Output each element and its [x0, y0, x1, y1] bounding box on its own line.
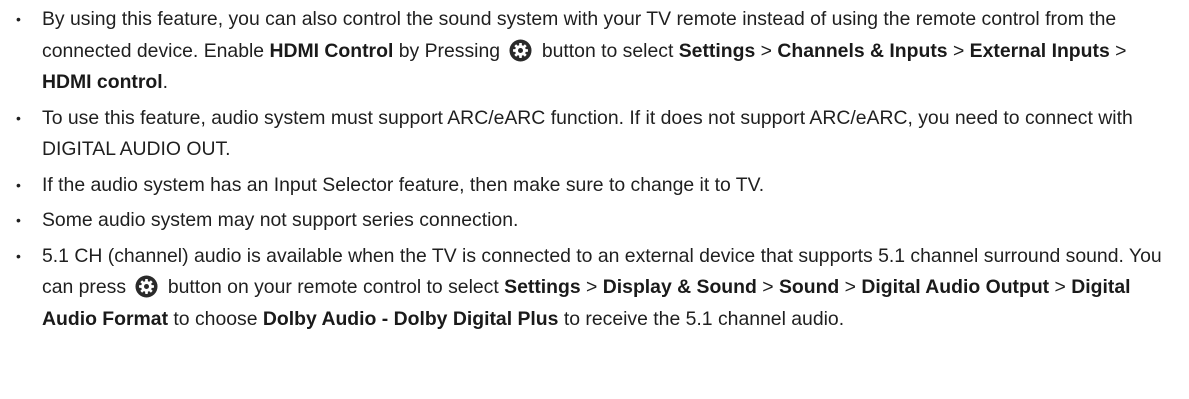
bold-text: HDMI control	[42, 71, 163, 93]
separator: >	[580, 276, 603, 298]
bold-text: Channels & Inputs	[777, 39, 948, 62]
bold-text: Digital Audio Output	[861, 276, 1050, 298]
separator: >	[1109, 39, 1127, 62]
notes-list: • By using this feature, you can also con…	[0, 4, 1189, 335]
separator: >	[839, 276, 862, 298]
list-item-series-connection: • Some audio system may not support serie…	[0, 205, 1189, 237]
list-item-arc-earc: • To use this feature, audio system must …	[0, 103, 1189, 166]
bullet: •	[16, 11, 21, 27]
text: to receive the 5.1 channel audio.	[558, 307, 845, 330]
bold-text: Dolby Audio - Dolby Digital Plus	[262, 307, 559, 330]
gear-icon	[135, 275, 158, 298]
bold-text: External Inputs	[969, 39, 1110, 62]
text: to choose	[168, 307, 263, 330]
bold-text: Settings	[678, 39, 756, 62]
text: button on your remote control to select	[162, 276, 505, 298]
separator: >	[947, 39, 970, 62]
bullet: •	[16, 212, 21, 228]
bullet: •	[16, 176, 21, 193]
bold-text: Sound	[778, 276, 840, 298]
bold-text: Display & Sound	[602, 276, 757, 298]
bullet: •	[16, 109, 21, 126]
text: If the audio system has an Input Selecto…	[42, 173, 765, 196]
list-item-hdmi-control: • By using this feature, you can also con…	[0, 4, 1189, 99]
separator: >	[1049, 276, 1072, 298]
text: by Pressing	[393, 39, 506, 62]
text: .	[162, 71, 169, 93]
text: To use this feature, audio system must s…	[42, 106, 1133, 161]
bold-text: HDMI Control	[269, 39, 394, 62]
bold-text: Settings	[504, 276, 581, 298]
separator: >	[756, 276, 779, 298]
gear-icon	[509, 38, 532, 62]
bullet: •	[16, 247, 21, 264]
list-item-input-selector: • If the audio system has an Input Select…	[0, 170, 1189, 202]
separator: >	[755, 39, 778, 62]
text: button to select	[536, 39, 679, 62]
text: Some audio system may not support series…	[42, 209, 519, 231]
list-item-surround-audio: • 5.1 CH (channel) audio is available whe…	[0, 241, 1189, 336]
document-page: • By using this feature, you can also con…	[0, 0, 1189, 399]
